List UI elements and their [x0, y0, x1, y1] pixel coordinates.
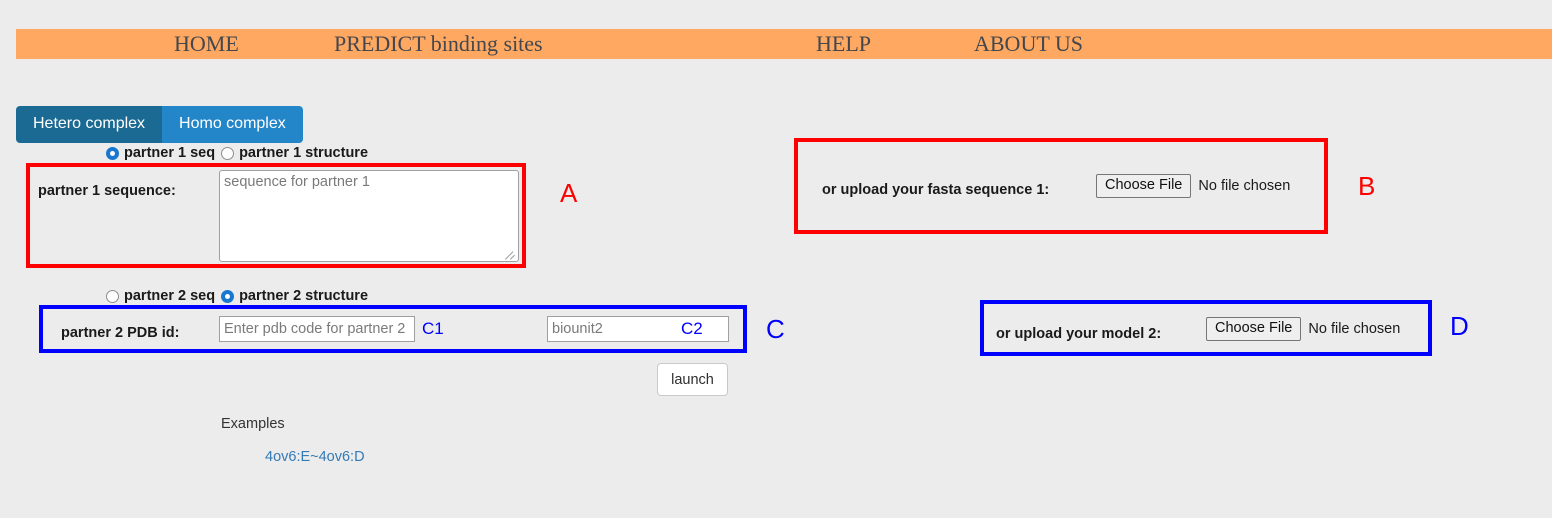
launch-button[interactable]: launch [657, 363, 728, 396]
radio-partner2-structure-label: partner 2 structure [239, 288, 369, 304]
example-link-4ov6[interactable]: 4ov6:E~4ov6:D [265, 449, 365, 465]
radio-partner2-seq-label: partner 2 seq [124, 288, 216, 304]
nav-item-home[interactable]: HOME [174, 33, 239, 55]
marker-label-c: C [766, 314, 785, 344]
marker-label-c2: C2 [681, 319, 703, 338]
radio-dot-icon [221, 146, 235, 160]
partner2-pdb-id-input[interactable] [219, 316, 415, 342]
marker-label-a: A [560, 178, 578, 208]
model-2-upload-field: Choose File No file chosen [1206, 317, 1401, 342]
radio-partner2-structure[interactable]: partner 2 structure [221, 288, 368, 304]
file-status-model-2: No file chosen [1308, 321, 1401, 338]
tab-hetero-complex[interactable]: Hetero complex [16, 106, 163, 143]
radio-partner1-seq-label: partner 1 seq [124, 145, 216, 161]
file-status-fasta-1: No file chosen [1198, 178, 1291, 195]
nav-item-about-us[interactable]: ABOUT US [974, 33, 1083, 55]
partner1-sequence-textarea[interactable] [219, 170, 519, 262]
main-navbar: HOME PREDICT binding sites HELP ABOUT US [16, 29, 1552, 59]
partner1-input-mode-radios: partner 1 seq partner 1 structure [106, 145, 374, 161]
fasta-upload-1-field: Choose File No file chosen [1096, 174, 1291, 199]
partner2-pdb-id-label: partner 2 PDB id: [61, 325, 180, 341]
radio-partner1-structure[interactable]: partner 1 structure [221, 145, 368, 161]
choose-file-button-fasta-1[interactable]: Choose File [1096, 174, 1192, 199]
examples-heading: Examples [221, 416, 285, 432]
partner1-sequence-label: partner 1 sequence: [38, 183, 176, 199]
marker-label-d: D [1450, 311, 1469, 341]
marker-label-b: B [1358, 171, 1376, 201]
radio-dot-icon [106, 289, 119, 303]
nav-item-predict-binding-sites[interactable]: PREDICT binding sites [334, 33, 543, 55]
complex-type-tabs: Hetero complex Homo complex [16, 106, 303, 143]
choose-file-button-model-2[interactable]: Choose File [1206, 317, 1302, 342]
radio-partner1-structure-label: partner 1 structure [239, 145, 369, 161]
nav-item-help[interactable]: HELP [816, 33, 871, 55]
radio-partner1-seq[interactable]: partner 1 seq [106, 145, 215, 161]
radio-dot-icon [106, 146, 119, 160]
tab-homo-complex[interactable]: Homo complex [162, 106, 303, 143]
fasta-upload-1-label: or upload your fasta sequence 1: [822, 182, 1050, 198]
radio-dot-icon [221, 289, 235, 303]
marker-label-c1: C1 [422, 319, 444, 338]
partner2-input-mode-radios: partner 2 seq partner 2 structure [106, 288, 374, 304]
model-2-upload-label: or upload your model 2: [996, 326, 1162, 342]
radio-partner2-seq[interactable]: partner 2 seq [106, 288, 215, 304]
